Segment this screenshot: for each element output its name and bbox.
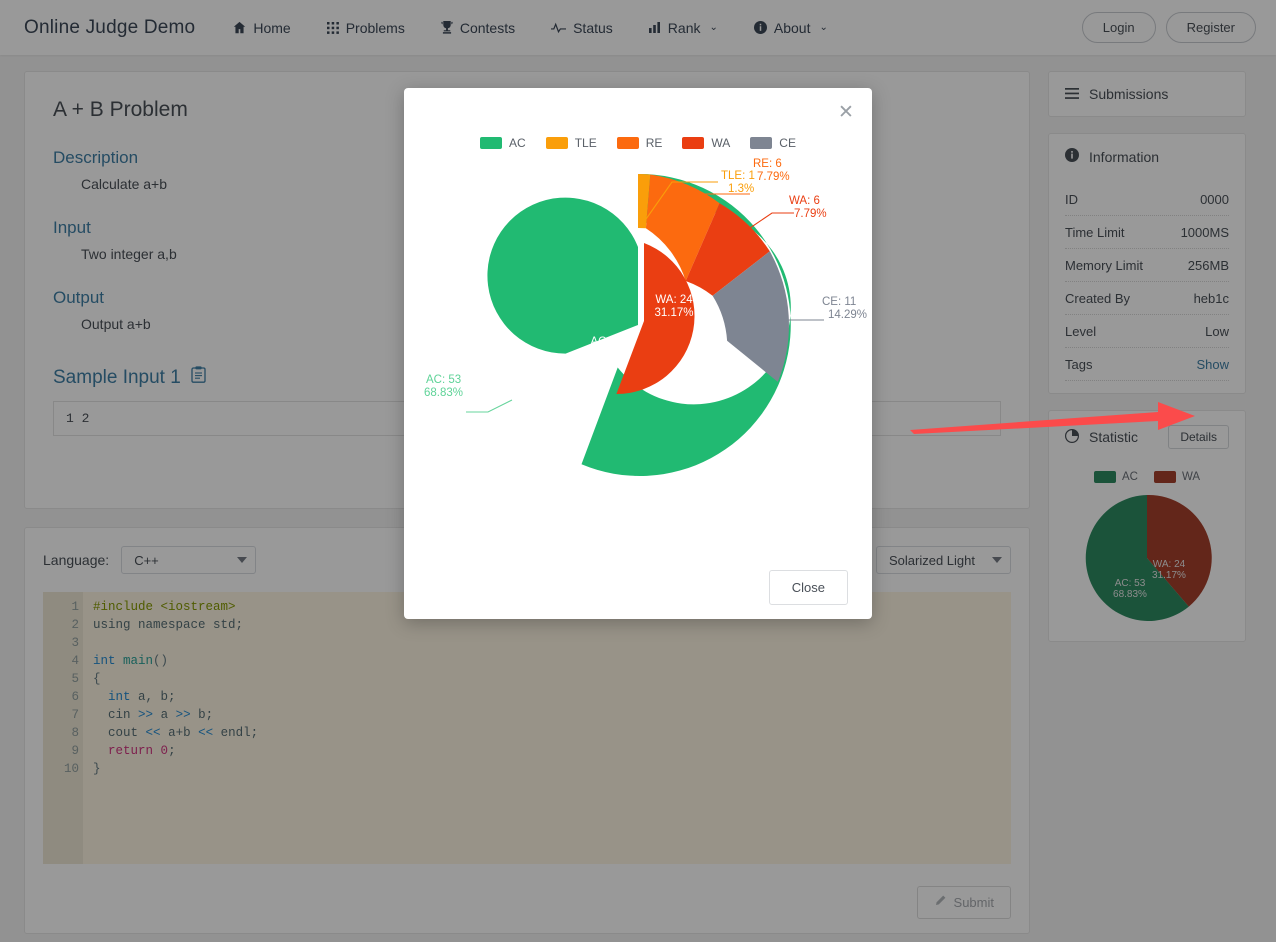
modal-footer: Close [404,570,872,605]
legend-swatch-re [616,137,639,149]
close-button[interactable]: Close [768,570,848,605]
legend-label-tle: TLE [574,136,597,150]
inner-label-wa-percent: 31.17% [654,307,693,319]
legend-label-wa: WA [711,136,731,150]
legend-swatch-wa [682,137,705,149]
label-tle-percent: 1.3% [728,183,754,195]
legend-label-ac: AC [509,136,526,150]
legend-swatch-ce [750,137,773,149]
inner-pie-slice-ac [487,197,638,354]
close-icon[interactable]: ✕ [834,100,858,124]
label-ce-value: CE: 11 [822,296,856,308]
label-ac-percent: 68.83% [424,387,463,399]
app-root: Online Judge Demo Home Problems Contests… [0,0,1276,942]
leader-line-ac [466,399,513,413]
legend-swatch-ac [480,137,503,149]
statistic-details-modal: ✕ AC TLE RE WA CE TLE: 1 1.3% RE: 6 7.79… [404,88,872,619]
label-wa-percent: 7.79% [794,208,827,220]
label-ac-value: AC: 53 [426,374,461,386]
legend-label-ce: CE [779,136,796,150]
label-ce-percent: 14.29% [828,309,867,321]
modal-chart: TLE: 1 1.3% RE: 6 7.79% WA: 6 7.79% CE: … [404,150,872,550]
inner-label-ac-percent: 68.83% [588,349,627,361]
donut-chart-svg: TLE: 1 1.3% RE: 6 7.79% WA: 6 7.79% CE: … [424,158,867,476]
label-wa-value: WA: 6 [789,195,820,207]
modal-chart-legend: AC TLE RE WA CE [404,88,872,150]
inner-label-wa-value: WA: 24 [655,294,693,306]
inner-label-ac-value: AC: 53 [590,336,625,348]
legend-item-tle[interactable]: TLE [545,136,597,150]
legend-item-ce[interactable]: CE [750,136,796,150]
label-re-percent: 7.79% [757,171,790,183]
legend-item-wa[interactable]: WA [682,136,730,150]
legend-label-re: RE [645,136,663,150]
label-re-value: RE: 6 [753,158,782,170]
legend-item-ac[interactable]: AC [480,136,526,150]
legend-item-re[interactable]: RE [616,136,663,150]
legend-swatch-tle [545,137,568,149]
label-tle-value: TLE: 1 [721,170,755,182]
